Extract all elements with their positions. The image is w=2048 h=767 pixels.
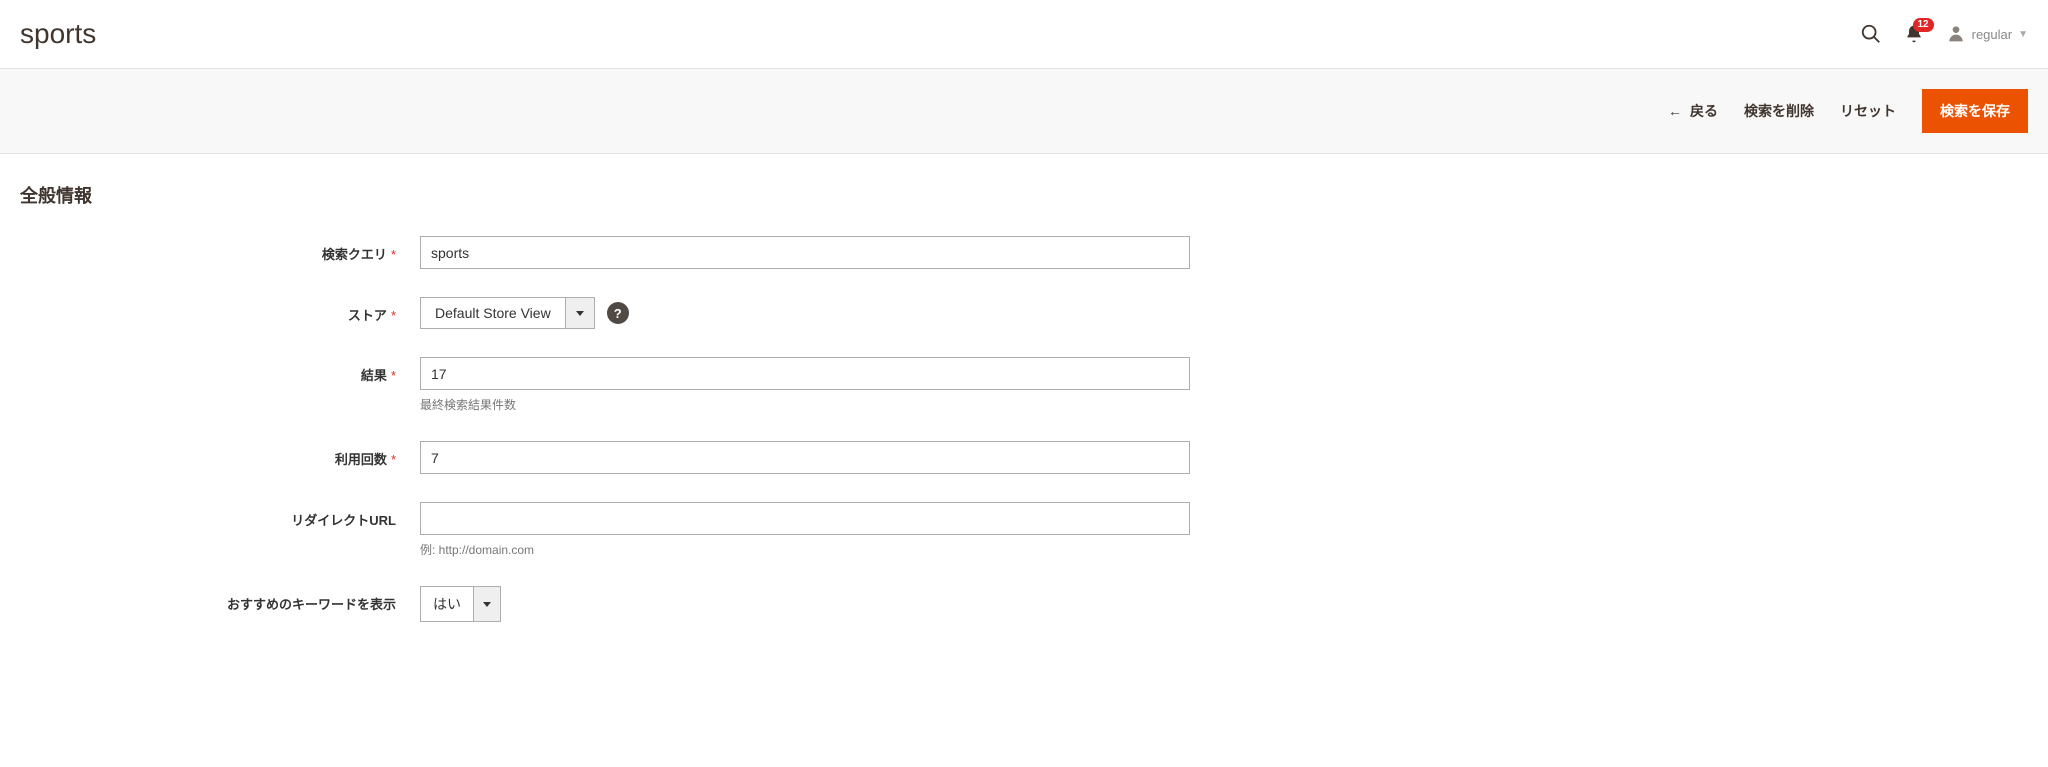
back-button[interactable]: ← 戻る (1668, 101, 1718, 121)
label-store: ストア* (20, 297, 420, 324)
label-redirect: リダイレクトURL (20, 502, 420, 529)
required-star: * (391, 452, 396, 467)
notification-badge: 12 (1913, 18, 1934, 32)
redirect-helper: 例: http://domain.com (420, 541, 1190, 558)
section-title: 全般情報 (20, 182, 2028, 208)
row-uses: 利用回数* (20, 441, 2028, 474)
store-select[interactable]: Default Store View (420, 297, 595, 329)
suggest-select[interactable]: はい (420, 586, 501, 622)
page-header: sports 12 regular ▼ (0, 0, 2048, 68)
redirect-url-input[interactable] (420, 502, 1190, 535)
content: 全般情報 検索クエリ* ストア* Default Store View ? 結果… (0, 154, 2048, 678)
label-suggest: おすすめのキーワードを表示 (20, 586, 420, 613)
row-search-query: 検索クエリ* (20, 236, 2028, 269)
required-star: * (391, 308, 396, 323)
row-results: 結果* 最終検索結果件数 (20, 357, 2028, 413)
reset-button[interactable]: リセット (1840, 101, 1896, 121)
label-uses: 利用回数* (20, 441, 420, 468)
results-input[interactable] (420, 357, 1190, 390)
row-redirect: リダイレクトURL 例: http://domain.com (20, 502, 2028, 558)
arrow-left-icon: ← (1668, 103, 1682, 119)
label-results: 結果* (20, 357, 420, 384)
required-star: * (391, 368, 396, 383)
action-bar: ← 戻る 検索を削除 リセット 検索を保存 (0, 68, 2048, 154)
suggest-selected-value: はい (420, 586, 473, 622)
required-star: * (391, 247, 396, 262)
reset-label: リセット (1840, 101, 1896, 121)
store-dropdown-toggle[interactable] (565, 297, 595, 329)
label-search-query: 検索クエリ* (20, 236, 420, 263)
back-label: 戻る (1690, 101, 1718, 121)
save-search-button[interactable]: 検索を保存 (1922, 89, 2028, 133)
search-query-input[interactable] (420, 236, 1190, 269)
notification-bell-icon[interactable]: 12 (1904, 24, 1924, 44)
suggest-dropdown-toggle[interactable] (473, 586, 501, 622)
row-store: ストア* Default Store View ? (20, 297, 2028, 329)
delete-search-button[interactable]: 検索を削除 (1744, 101, 1814, 121)
store-selected-value: Default Store View (420, 297, 565, 329)
username-label: regular (1972, 27, 2012, 42)
help-icon[interactable]: ? (607, 302, 629, 324)
header-right: 12 regular ▼ (1860, 23, 2028, 46)
page-title: sports (20, 18, 96, 50)
uses-input[interactable] (420, 441, 1190, 474)
user-icon (1946, 23, 1966, 46)
search-icon[interactable] (1860, 23, 1882, 45)
chevron-down-icon: ▼ (2018, 29, 2028, 40)
delete-label: 検索を削除 (1744, 101, 1814, 121)
user-menu[interactable]: regular ▼ (1946, 23, 2028, 46)
results-helper: 最終検索結果件数 (420, 396, 1190, 413)
row-suggest: おすすめのキーワードを表示 はい (20, 586, 2028, 622)
